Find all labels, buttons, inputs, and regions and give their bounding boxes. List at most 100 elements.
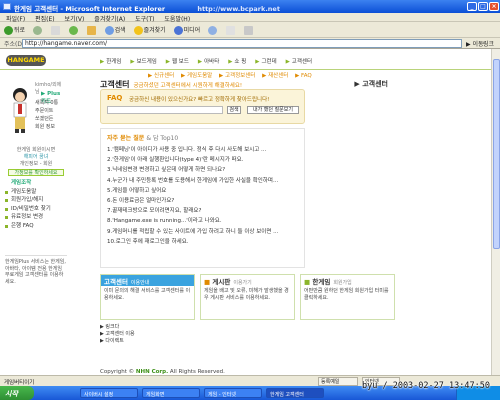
faq-item[interactable]: 4.누군가 내 주민등록 번호를 도용해서 한게임에 가입한 사실을 확인하며.… (107, 176, 298, 186)
history-icon (208, 25, 218, 35)
left-menu-item[interactable]: 유료정보 변경 (5, 213, 67, 222)
divider (0, 69, 491, 70)
gnb-item-avatar[interactable]: 아바타 (204, 59, 219, 65)
hangame-logo[interactable]: HANGAME (6, 55, 46, 66)
left-menu-item[interactable]: 게임도움말 (5, 188, 67, 197)
print-button[interactable] (243, 25, 254, 35)
global-nav: ▶ 한게임 ▶ 보드게임 ▶ 웹 보드 ▶ 아바타 ▶ 쇼 핑 ▶ 그런데 ▶ 고객센터 (100, 59, 313, 65)
faq-search-box: FAQ 궁금하신 내용이 있으신가요? 빠르고 정확하게 찾아드립니다! 검색 … (100, 89, 305, 124)
maximize-button[interactable]: □ (478, 2, 488, 11)
refresh-button[interactable] (68, 25, 79, 35)
gnb-item-etc[interactable]: 그런데 (261, 59, 276, 65)
media-button[interactable]: 미디어 (173, 25, 200, 35)
top10-title: 자주 묻는 질문 & 답 Top10 (107, 135, 179, 142)
search-icon (104, 26, 114, 35)
faq-item[interactable]: 6.돈 이용료금은 얼마인가요? (107, 196, 298, 206)
stop-icon (50, 25, 60, 35)
sub-nav: ▶ 신규센터 ▶ 게임도움말 ▶ 고객정보센터 ▶ 재산센터 ▶ FAQ (148, 71, 317, 79)
left-menu-item[interactable]: ID/비밀번호 찾기 (5, 205, 67, 214)
star-icon (133, 26, 143, 35)
watermark-url: http://www.bcpark.net (197, 5, 280, 13)
taskbar-item[interactable]: 게임화면 (142, 388, 200, 398)
faq-search-button[interactable]: 검색 (227, 106, 241, 114)
taskbar-item[interactable]: 사이버시 설정 (80, 388, 138, 398)
back-icon (4, 26, 13, 35)
back-button[interactable]: 뒤로 (4, 25, 25, 35)
faq-item[interactable]: 1.'캠페닝'이 아이디가 사용 중 입니다. 정식 후 다시 사도해 보시고 … (107, 145, 298, 155)
favorites-button[interactable]: 즐겨찾기 (133, 25, 166, 35)
go-button[interactable]: ▶ 이동 (466, 39, 484, 48)
service-cards: 고객센터 이용안내 이미 문의의 해결 서비스를 고객센터를 이용하세요. ■ 게… (100, 274, 400, 320)
search-button[interactable]: 검색 (104, 25, 126, 35)
main-content: 고객센터 궁금하셨던 고객센터에서 시원하게 해결하세요! ▶ 고객센터 FAQ … (100, 79, 395, 375)
faq-item[interactable]: 10.로그인 후에 재로그인을 하세요. (107, 237, 298, 247)
status-mid: 등록예일 (318, 377, 358, 386)
scrollbar-thumb[interactable] (493, 59, 500, 249)
faq-item[interactable]: 8.'Hangame.exe is running...'이라고 나와요. (107, 216, 298, 226)
menu-bar: 파일(F) 편집(E) 보기(V) 즐겨찾기(A) 도구(T) 도움말(H) (0, 13, 500, 23)
quick-link[interactable]: ▶ 다이렉트 (100, 338, 135, 345)
gnb-item-shop[interactable]: 쇼 핑 (234, 59, 246, 65)
taskbar-item[interactable]: 게임 - 인터넷 (204, 388, 262, 398)
quick-link[interactable]: ▶ 고객센터 이용 (100, 331, 135, 338)
check-info-button[interactable]: 가정보를 확인하세요 (8, 169, 64, 176)
web-page: HANGAME ▶ 한게임 ▶ 보드게임 ▶ 웹 보드 ▶ 아바타 ▶ 쇼 핑 ▶ 그런데 … (0, 49, 491, 375)
left-menu: 게임조작 게임도움말 회원가입/해지 ID/비밀번호 찾기 유료정보 변경 은행… (5, 179, 67, 230)
browser-toolbar: 뒤로 검색 즐겨찾기 미디어 (0, 22, 500, 38)
plus-service-info: 한게임Plus 서비스는 한게임, 아바타, 아이템 전용 한게임 무료게임 고… (5, 255, 67, 299)
refresh-icon (68, 25, 78, 35)
gnb-item-board[interactable]: 보드게임 (137, 59, 157, 65)
user-menu: 새쪽지 0통 주문이트 쏘겠던든 회원 정보 (35, 99, 58, 131)
avatar (13, 88, 27, 133)
join-card[interactable]: ■ 한게임 회원가입 어떤만큼 원하던 한게임 회원가입 터미를 클릭하세요. (300, 274, 395, 320)
faq-search-input[interactable] (107, 106, 223, 114)
gnb-item-hangame[interactable]: 한게임 (106, 59, 121, 65)
history-button[interactable] (208, 25, 218, 35)
top10-faq: 자주 묻는 질문 & 답 Top10 1.'캠페닝'이 아이디가 사용 중 입니… (100, 128, 305, 268)
address-bar: 주소(D) http://hangame.naver.com/ ▶ 이동 링크 (0, 38, 500, 49)
start-button[interactable]: 시작 (0, 386, 34, 400)
left-sidebar: kimho/외에 님 ▶ Plus 카드 새쪽지 0통 주문이트 쏘겠던든 회원… (5, 79, 67, 285)
gnb-item-support[interactable]: 고객센터 (292, 59, 312, 65)
user-menu-item[interactable]: 새쪽지 0통 (35, 99, 58, 107)
member-box: 한게임 회원이시면 해피어 꿈녀 개인정보 - 회원 가정보를 확인하세요 (5, 147, 67, 176)
address-input[interactable]: http://hangame.naver.com/ (22, 39, 462, 48)
window-titlebar: 한게임 고객센터 - Microsoft Internet Explorer h… (0, 0, 500, 13)
quick-links: ▶ 링크다 ▶ 고객센터 이용 ▶ 다이렉트 (100, 324, 135, 345)
user-box: kimho/외에 님 ▶ Plus 카드 새쪽지 0통 주문이트 쏘겠던든 회원… (5, 79, 67, 141)
media-icon (173, 26, 183, 35)
faq-item[interactable]: 7.꿀재테크방으로 모이려면지요, 할래요? (107, 206, 298, 216)
gnb-item-webboard[interactable]: 웹 보드 (172, 59, 189, 65)
vertical-scrollbar[interactable] (491, 49, 500, 375)
window-title: 한게임 고객센터 - Microsoft Internet Explorer (14, 5, 166, 13)
left-menu-item[interactable]: 회원가입/해지 (5, 196, 67, 205)
capture-timestamp: byu / 2003-02-27 13:47:50 (362, 381, 490, 391)
taskbar-item-active[interactable]: 한게임 고객센터 (266, 388, 324, 398)
faq-item[interactable]: 9.게임머니를 적립할 수 있는 사이트에 가입 하려고 하니 둘 이상 보이면… (107, 227, 298, 237)
my-questions-button[interactable]: 내가 했던 질문보기 (247, 106, 299, 114)
minimize-button[interactable]: _ (467, 2, 477, 11)
left-menu-item[interactable]: 은행 FAQ (5, 222, 67, 231)
close-button[interactable]: × (489, 2, 499, 11)
user-menu-item[interactable]: 회원 정보 (35, 123, 58, 131)
faq-item[interactable]: 3.닉네임변경 변경하고 싶은데 어떻게 하면 되나요? (107, 165, 298, 175)
board-card[interactable]: ■ 게시판 이용가기 게임을 배고 및 오류, 미해가 발생했을 경우 게시판 서… (200, 274, 295, 320)
forward-icon (32, 25, 42, 35)
print-icon (243, 25, 253, 35)
user-menu-item[interactable]: 주문이트 (35, 107, 58, 115)
support-card[interactable]: 고객센터 이용안내 이미 문의의 해결 서비스를 고객센터를 이용하세요. (100, 274, 195, 320)
mail-icon (226, 25, 236, 35)
home-button[interactable] (86, 25, 97, 35)
user-menu-item[interactable]: 쏘겠던든 (35, 115, 58, 123)
stop-button[interactable] (50, 25, 61, 35)
faq-item[interactable]: 5.게임을 어떻하고 싶어요 (107, 186, 298, 196)
forward-button[interactable] (32, 25, 43, 35)
home-icon (86, 25, 96, 35)
quick-link[interactable]: ▶ 링크다 (100, 324, 135, 331)
faq-item[interactable]: 2.'한게임'이 아래 실행환입니다(type 4)'란 메시지가 떠요. (107, 155, 298, 165)
links-button[interactable]: 링크 (483, 39, 494, 48)
left-menu-heading: 게임조작 (11, 180, 32, 186)
faq-label: FAQ (107, 94, 123, 102)
breadcrumb: ▶ 고객센터 (354, 80, 388, 88)
mail-button[interactable] (226, 25, 236, 35)
